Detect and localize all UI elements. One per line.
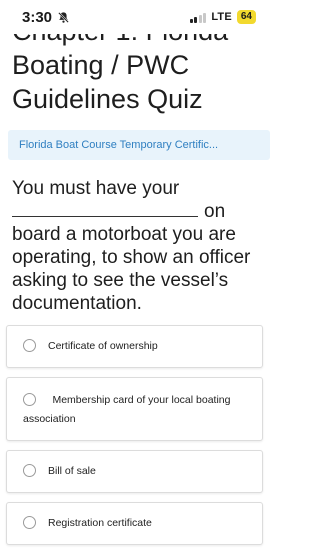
status-indicators: LTE 64 [189, 10, 256, 24]
radio-button-icon[interactable] [23, 464, 36, 477]
radio-button-icon[interactable] [23, 392, 36, 406]
clock-time: 3:30 [22, 8, 53, 26]
course-breadcrumb-link[interactable]: Florida Boat Course Temporary Certific..… [8, 130, 270, 160]
answer-option-4[interactable]: Registration certificate [6, 502, 263, 545]
answer-option-1[interactable]: Certificate of ownership [6, 325, 263, 368]
answer-option-label: Certificate of ownership [48, 340, 158, 352]
status-bar: 3:30 LTE 64 [0, 0, 270, 34]
answer-options: Certificate of ownership Membership card… [0, 325, 270, 545]
answer-option-label: Membership card of your local boating as… [23, 394, 231, 425]
answer-option-label: Bill of sale [48, 465, 96, 477]
question-suffix: on board a motorboat you are operating, … [12, 201, 251, 314]
signal-icon [189, 12, 207, 23]
main-content: Chapter 1: Florida Boating / PWC Guideli… [0, 14, 270, 554]
question-prefix: You must have your [12, 178, 180, 199]
battery-icon: 64 [236, 10, 256, 24]
answer-blank [12, 201, 198, 217]
bell-muted-icon [58, 11, 69, 23]
answer-option-label: Registration certificate [48, 517, 152, 529]
network-type: LTE [211, 11, 232, 23]
radio-button-icon[interactable] [23, 516, 36, 529]
answer-option-2[interactable]: Membership card of your local boating as… [6, 377, 263, 441]
question-text: You must have your on board a motorboat … [0, 177, 270, 315]
radio-button-icon[interactable] [23, 339, 36, 352]
answer-option-3[interactable]: Bill of sale [6, 450, 263, 493]
status-time: 3:30 [22, 9, 70, 26]
